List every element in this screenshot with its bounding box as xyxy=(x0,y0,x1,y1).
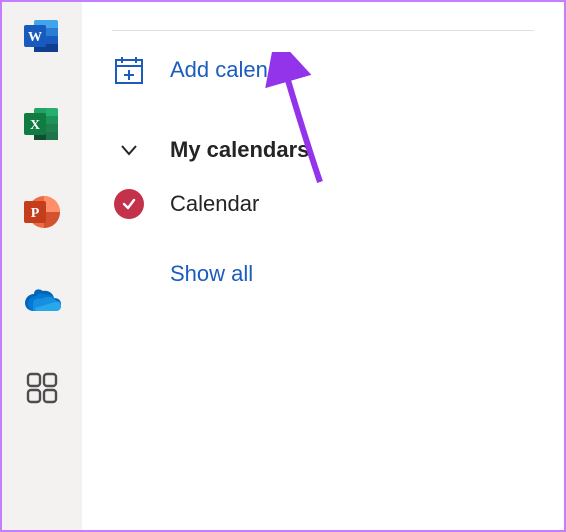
show-all-link[interactable]: Show all xyxy=(112,247,534,301)
calendar-item-label: Calendar xyxy=(170,191,259,217)
apps-icon[interactable] xyxy=(20,366,64,410)
excel-icon[interactable]: X xyxy=(20,102,64,146)
section-title: My calendars xyxy=(170,137,309,163)
svg-text:X: X xyxy=(30,118,40,133)
calendar-item[interactable]: Calendar xyxy=(112,177,534,231)
powerpoint-icon[interactable]: P xyxy=(20,190,64,234)
my-calendars-section[interactable]: My calendars xyxy=(112,123,534,177)
app-rail: W X P xyxy=(2,2,82,530)
show-all-label: Show all xyxy=(170,261,253,287)
chevron-down-icon xyxy=(112,139,146,161)
calendar-check-icon xyxy=(112,189,146,219)
word-icon[interactable]: W xyxy=(20,14,64,58)
divider xyxy=(112,30,534,31)
add-calendar-label: Add calendar xyxy=(170,57,300,83)
svg-text:P: P xyxy=(31,206,40,221)
add-calendar-icon xyxy=(112,55,146,85)
calendar-sidebar: Add calendar My calendars Calendar Show … xyxy=(82,2,564,530)
onedrive-icon[interactable] xyxy=(20,278,64,322)
svg-text:W: W xyxy=(28,30,42,45)
add-calendar-button[interactable]: Add calendar xyxy=(112,43,534,97)
